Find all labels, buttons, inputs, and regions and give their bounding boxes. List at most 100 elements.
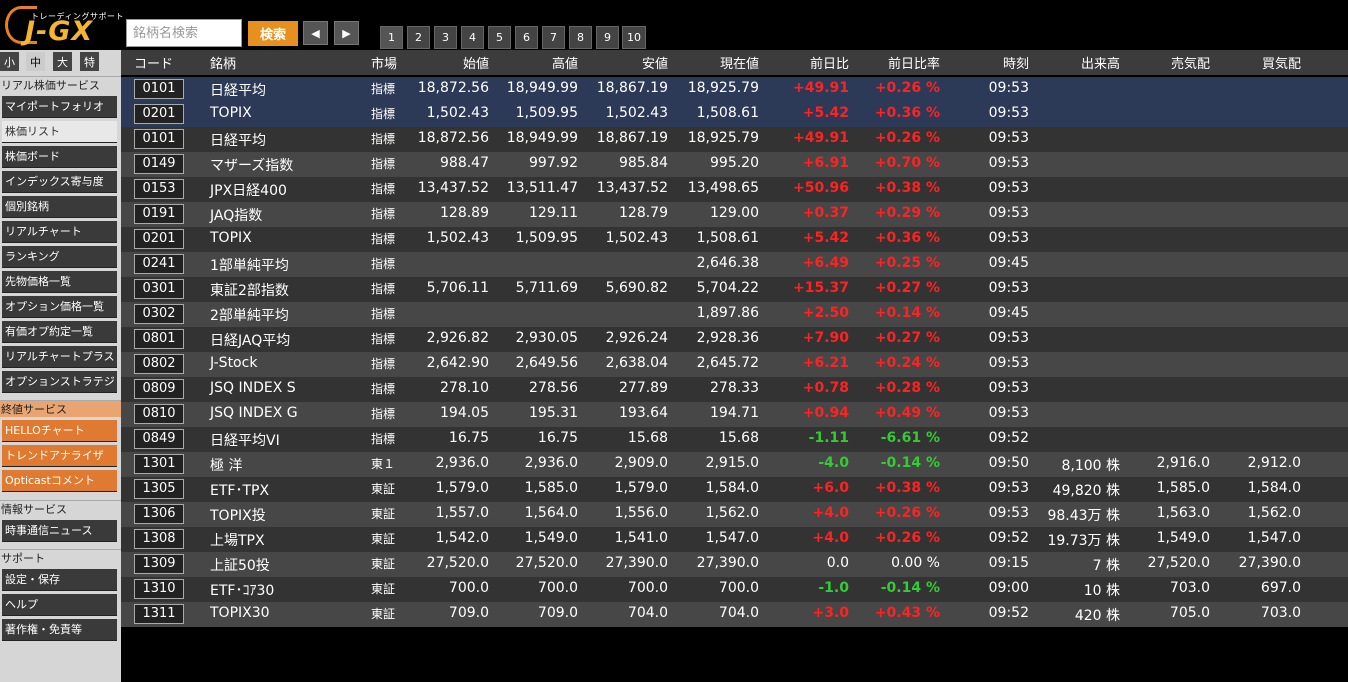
sidebar-item[interactable]: インデックス寄与度 [2,171,117,193]
sidebar-item[interactable]: オプション価格一覧 [2,296,117,318]
stock-code-button[interactable]: 1305 [134,479,184,499]
column-header[interactable]: 市場 [371,53,397,72]
table-row[interactable]: 0201 TOPIX 指標 1,502.43 1,509.95 1,502.43 1,508… [121,227,1348,252]
table-row[interactable]: 0149 マザーズ指数 指標 988.47 997.92 985.84 995.20 +6.9… [121,152,1348,177]
page-button[interactable]: 7 [542,26,565,49]
stock-code-button[interactable]: 0302 [134,304,184,324]
table-cell: 東証 [371,557,396,571]
next-arrow-icon[interactable]: ▶ [334,21,359,45]
sidebar-item[interactable]: リアルチャートプラス [2,346,117,368]
table-row[interactable]: 1306 TOPIX投 東証 1,557.0 1,564.0 1,556.0 1,562.0… [121,502,1348,527]
table-row[interactable]: 0101 日経平均 指標 18,872.56 18,949.99 18,867.19 18,… [121,127,1348,152]
sidebar-item[interactable]: ヘルプ [2,594,117,616]
sidebar-item[interactable]: 先物価格一覧 [2,271,117,293]
table-row[interactable]: 0802 J-Stock 指標 2,642.90 2,649.56 2,638.04 2,6… [121,352,1348,377]
table-row[interactable]: 0153 JPX日経400 指標 13,437.52 13,511.47 13,437.5… [121,177,1348,202]
page-button[interactable]: 8 [569,26,592,49]
sidebar-item[interactable]: 有価オプ約定一覧 [2,321,117,343]
table-row[interactable]: 0849 日経平均VI 指標 16.75 16.75 15.68 15.68 -1.11 -6.… [121,427,1348,452]
page-button[interactable]: 4 [461,26,484,49]
sidebar-item[interactable]: オプションストラテジ [2,371,117,393]
table-row[interactable]: 0301 東証2部指数 指標 5,706.11 5,711.69 5,690.82 5,70… [121,277,1348,302]
column-header[interactable]: 時刻 [1003,53,1029,72]
table-row[interactable]: 0801 日経JAQ平均 指標 2,926.82 2,930.05 2,926.24 2,9… [121,327,1348,352]
table-cell: TOPIX30 [210,605,270,621]
column-header[interactable]: 前日比 [810,53,849,72]
stock-code-button[interactable]: 0849 [134,429,184,449]
column-header[interactable]: 出来高 [1081,53,1120,72]
stock-code-button[interactable]: 0149 [134,154,184,174]
sidebar-item[interactable]: マイポートフォリオ [2,96,117,118]
stock-code-button[interactable]: 0201 [134,104,184,124]
column-header[interactable]: 安値 [642,53,668,72]
stock-code-button[interactable]: 0201 [134,229,184,249]
table-row[interactable]: 1305 ETF･TPX 東証 1,579.0 1,585.0 1,579.0 1,584.… [121,477,1348,502]
page-button[interactable]: 1 [380,26,403,49]
table-row[interactable]: 1301 極 洋 東１ 2,936.0 2,936.0 2,909.0 2,915.0 -4.… [121,452,1348,477]
stock-code-button[interactable]: 1311 [134,604,184,624]
column-header[interactable]: 買気配 [1262,53,1301,72]
stock-code-button[interactable]: 0191 [134,204,184,224]
sidebar-item[interactable]: 株価ボード [2,146,117,168]
size-button[interactable]: 大 [53,52,72,71]
stock-code-button[interactable]: 0153 [134,179,184,199]
table-row[interactable]: 1310 ETF･ｺｱ30 東証 700.0 700.0 700.0 700.0 -1.0 -0… [121,577,1348,602]
sidebar-item[interactable]: Opticastコメント [2,470,117,492]
stock-code-button[interactable]: 1310 [134,579,184,599]
column-header[interactable]: 売気配 [1171,53,1210,72]
table-row[interactable]: 0191 JAQ指数 指標 128.89 129.11 128.79 129.00 +0.37… [121,202,1348,227]
table-cell: 1,542.0 [435,530,489,546]
sidebar-item[interactable]: トレンドアナライザ [2,445,117,467]
stock-code-button[interactable]: 0301 [134,279,184,299]
sidebar-item[interactable]: 株価リスト [2,121,117,143]
sidebar-item[interactable]: ランキング [2,246,117,268]
stock-code-button[interactable]: 0101 [134,79,184,99]
search-input[interactable] [126,19,242,47]
stock-code-button[interactable]: 1301 [134,454,184,474]
stock-code-button[interactable]: 0241 [134,254,184,274]
sidebar-item[interactable]: リアルチャート [2,221,117,243]
page-button[interactable]: 2 [407,26,430,49]
stock-code-button[interactable]: 1309 [134,554,184,574]
page-button[interactable]: 6 [515,26,538,49]
stock-code-button[interactable]: 0809 [134,379,184,399]
column-header[interactable]: 銘柄 [210,53,236,72]
page-button[interactable]: 3 [434,26,457,49]
table-cell: 16.75 [537,430,578,446]
table-cell: 18,925.79 [687,130,759,146]
size-button[interactable]: 小 [0,52,19,71]
stock-code-button[interactable]: 0101 [134,129,184,149]
prev-arrow-icon[interactable]: ◀ [303,21,328,45]
table-row[interactable]: 1308 上場TPX 東証 1,542.0 1,549.0 1,541.0 1,547.0 +… [121,527,1348,552]
sidebar-item[interactable]: 設定・保存 [2,569,117,591]
stock-code-button[interactable]: 0802 [134,354,184,374]
stock-code-button[interactable]: 1306 [134,504,184,524]
stock-code-button[interactable]: 1308 [134,529,184,549]
table-row[interactable]: 0302 2部単純平均 指標 1,897.86 +2.50 +0.14 % 09:45 [121,302,1348,327]
column-header[interactable]: コード [134,53,173,72]
table-row[interactable]: 1309 上証50投 東証 27,520.0 27,520.0 27,390.0 27,39… [121,552,1348,577]
column-header[interactable]: 高値 [552,53,578,72]
sidebar-item[interactable]: 著作権・免責等 [2,619,117,641]
sidebar-item[interactable]: HELLOチャート [2,420,117,442]
page-button[interactable]: 10 [622,26,646,49]
page-button[interactable]: 5 [488,26,511,49]
sidebar-item[interactable]: 時事通信ニュース [2,520,117,542]
table-row[interactable]: 0809 JSQ INDEX S 指標 278.10 278.56 277.89 278.3… [121,377,1348,402]
table-row[interactable]: 0241 1部単純平均 指標 2,646.38 +6.49 +0.25 % 09:45 [121,252,1348,277]
table-row[interactable]: 1311 TOPIX30 東証 709.0 709.0 704.0 704.0 +3.0 +0.… [121,602,1348,627]
table-row[interactable]: 0201 TOPIX 指標 1,502.43 1,509.95 1,502.43 1,508… [121,102,1348,127]
stock-code-button[interactable]: 0810 [134,404,184,424]
table-row[interactable]: 0101 日経平均 指標 18,872.56 18,949.99 18,867.19 18,… [121,77,1348,102]
search-button[interactable]: 検索 [248,21,298,46]
size-button[interactable]: 中 [26,52,45,71]
column-header[interactable]: 前日比率 [888,53,940,72]
sidebar-item[interactable]: 個別銘柄 [2,196,117,218]
table-row[interactable]: 0810 JSQ INDEX G 指標 194.05 195.31 193.64 194.7… [121,402,1348,427]
column-header[interactable]: 始値 [463,53,489,72]
page-button[interactable]: 9 [596,26,619,49]
size-button[interactable]: 特 [80,52,99,71]
stock-code-button[interactable]: 0801 [134,329,184,349]
column-header[interactable]: 現在値 [720,53,759,72]
jgx-logo[interactable]: トレーディングサポート J-GX [3,4,123,48]
